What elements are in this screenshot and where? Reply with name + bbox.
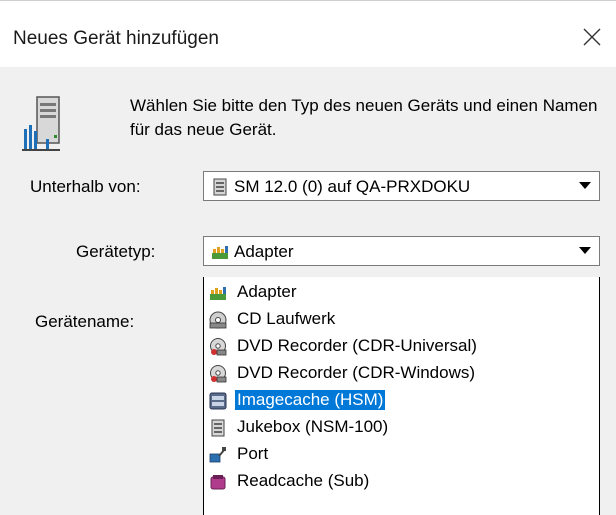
list-item[interactable]: Readcache (Sub) — [204, 469, 599, 495]
dialog-title: Neues Gerät hinzufügen — [13, 28, 219, 49]
list-item-label: DVD Recorder (CDR-Universal) — [237, 336, 477, 355]
intro-text: Wählen Sie bitte den Typ des neuen Gerät… — [130, 96, 598, 139]
type-dropdown-list: Adapter CD Laufwerk DVD Recorder (CDR-Un… — [203, 277, 600, 515]
parent-select-value: SM 12.0 (0) auf QA-PRXDOKU — [234, 177, 471, 196]
adapter-icon — [212, 246, 228, 259]
close-button[interactable] — [570, 17, 614, 57]
readcache-icon — [210, 475, 226, 490]
list-item[interactable]: Jukebox (NSM-100) — [204, 415, 599, 441]
list-item[interactable]: Port — [204, 442, 599, 468]
list-item[interactable]: Adapter — [204, 280, 599, 306]
list-item-label: Readcache (Sub) — [237, 471, 370, 490]
port-icon — [209, 447, 226, 463]
type-select[interactable]: Adapter — [203, 236, 600, 266]
title-bar: Neues Gerät hinzufügen — [0, 1, 616, 67]
chevron-down-icon[interactable] — [574, 240, 596, 262]
hsm-icon — [209, 392, 227, 410]
parent-select[interactable]: SM 12.0 (0) auf QA-PRXDOKU — [203, 171, 600, 201]
jukebox-icon — [211, 419, 225, 437]
list-item[interactable]: DVD Recorder (CDR-Universal) — [204, 334, 599, 360]
chevron-down-icon[interactable] — [574, 175, 596, 197]
type-label: Gerätetyp: — [76, 242, 156, 261]
type-select-value: Adapter — [234, 242, 294, 261]
name-label: Gerätename: — [35, 312, 135, 331]
list-item-label: Port — [237, 444, 269, 463]
list-item-label: Imagecache (HSM) — [235, 390, 386, 410]
storage-manager-icon — [213, 178, 227, 196]
list-item-label: Jukebox (NSM-100) — [237, 417, 389, 436]
list-item-label: CD Laufwerk — [237, 309, 336, 328]
server-icon — [22, 96, 60, 151]
dvd-recorder-icon — [210, 365, 227, 383]
adapter-icon — [210, 287, 226, 300]
list-item[interactable]: DVD Recorder (CDR-Windows) — [204, 361, 599, 387]
list-item-label: DVD Recorder (CDR-Windows) — [237, 363, 476, 382]
dvd-recorder-icon — [210, 338, 227, 356]
cd-drive-icon — [209, 311, 227, 329]
list-item[interactable]: CD Laufwerk — [204, 307, 599, 333]
list-item-label: Adapter — [237, 282, 297, 301]
parent-label: Unterhalb von: — [30, 177, 141, 196]
close-icon — [583, 28, 601, 46]
list-item[interactable]: Imagecache (HSM) — [204, 388, 599, 414]
